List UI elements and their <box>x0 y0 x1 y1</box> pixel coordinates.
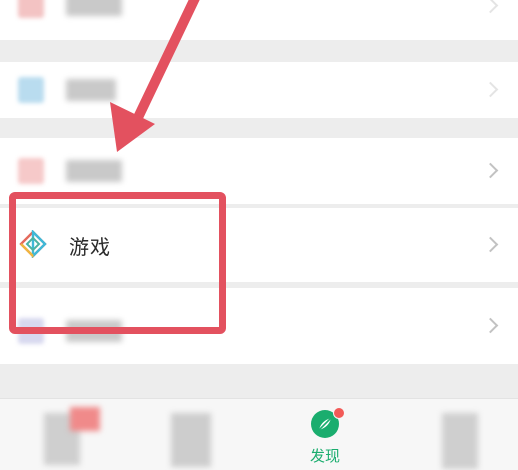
highlight-box <box>9 192 226 334</box>
chevron-right-icon <box>482 0 499 14</box>
chevron-right-icon <box>482 81 499 98</box>
blurred-icon <box>18 77 44 103</box>
blurred-me-icon <box>442 413 478 469</box>
blurred-label <box>66 0 122 16</box>
blurred-icon <box>18 158 44 184</box>
bottom-tab-bar: 发现 <box>0 398 518 470</box>
unread-badge <box>70 407 100 431</box>
blurred-contacts-icon <box>171 413 211 467</box>
tab-me[interactable] <box>412 399 518 470</box>
chevron-right-icon <box>482 162 499 179</box>
chevron-right-icon <box>482 236 499 253</box>
tab-discover-label: 发现 <box>309 447 340 465</box>
tab-contacts[interactable] <box>145 399 265 470</box>
blurred-icon <box>18 0 44 18</box>
menu-item-blurred-2[interactable] <box>0 62 518 118</box>
tab-discover[interactable]: 发现 <box>262 399 388 470</box>
menu-item-blurred-1[interactable] <box>0 0 518 40</box>
blurred-label <box>66 79 116 101</box>
tab-chats[interactable] <box>20 399 140 470</box>
blurred-label <box>66 160 122 182</box>
chevron-right-icon <box>482 317 499 334</box>
discover-screen: 游戏 发现 <box>0 0 518 470</box>
red-dot-badge <box>333 407 345 419</box>
